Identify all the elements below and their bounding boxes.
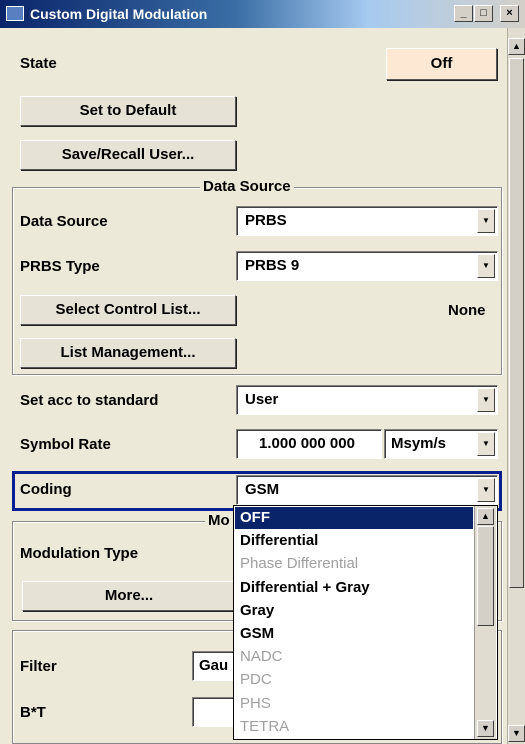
chevron-down-icon[interactable]: ▼ — [477, 209, 495, 233]
dropdown-scrollbar[interactable]: ▲ ▼ — [474, 506, 496, 739]
filter-label: Filter — [20, 658, 57, 675]
arrow-glyph: ▼ — [482, 395, 490, 404]
symbol-rate-unit: Msym/s — [391, 435, 447, 452]
dropdown-option: NADC — [240, 648, 283, 666]
standard-select[interactable]: User ▼ — [236, 385, 498, 415]
maximize-icon: □ — [480, 7, 487, 19]
data-source-label: Data Source — [20, 213, 108, 230]
symbol-rate-unit-select[interactable]: Msym/s ▼ — [384, 429, 498, 459]
main-scrollbar[interactable]: ▲ ▼ — [507, 28, 525, 744]
save-recall-button[interactable]: Save/Recall User... — [20, 140, 236, 170]
arrow-glyph: ▼ — [482, 485, 490, 494]
dropdown-option[interactable]: Differential — [235, 530, 473, 552]
standard-label: Set acc to standard — [20, 392, 159, 409]
bt-label: B*T — [20, 704, 46, 721]
coding-label: Coding — [20, 481, 72, 498]
arrow-down-icon: ▼ — [481, 723, 490, 733]
dropdown-option: PDC — [240, 671, 272, 689]
prbs-type-value: PRBS 9 — [245, 257, 300, 274]
scroll-down-button[interactable]: ▼ — [508, 725, 525, 742]
dropdown-scroll-down[interactable]: ▼ — [477, 720, 494, 737]
select-control-list-button[interactable]: Select Control List... — [20, 295, 236, 325]
symbol-rate-value: 1.000 000 000 — [259, 435, 355, 452]
scroll-thumb[interactable] — [509, 58, 524, 588]
chevron-down-icon[interactable]: ▼ — [477, 388, 495, 412]
chevron-down-icon[interactable]: ▼ — [477, 432, 495, 456]
dropdown-option[interactable]: Gray — [235, 600, 473, 622]
set-default-button[interactable]: Set to Default — [20, 96, 236, 126]
dropdown-scroll-thumb[interactable] — [477, 526, 494, 626]
data-source-legend: Data Source — [200, 178, 294, 195]
maximize-button[interactable]: □ — [474, 5, 493, 22]
modulation-type-label: Modulation Type — [20, 545, 139, 562]
symbol-rate-label: Symbol Rate — [20, 436, 111, 453]
arrow-glyph: ▼ — [482, 216, 490, 225]
control-list-value: None — [448, 302, 486, 319]
dropdown-option[interactable]: GSM — [235, 623, 473, 645]
chevron-down-icon[interactable]: ▼ — [477, 254, 495, 278]
scroll-up-button[interactable]: ▲ — [508, 38, 525, 55]
arrow-up-icon: ▲ — [512, 41, 521, 51]
app-icon — [6, 6, 24, 21]
data-source-value: PRBS — [245, 212, 287, 229]
dropdown-scroll-up[interactable]: ▲ — [477, 508, 494, 525]
arrow-glyph: ▼ — [482, 439, 490, 448]
coding-value: GSM — [245, 481, 280, 498]
coding-dropdown-list[interactable]: OFF Differential Phase Differential Differe… — [233, 505, 498, 740]
dropdown-option: Phase Differential — [240, 555, 359, 573]
dropdown-option: TETRA — [240, 717, 290, 735]
coding-select[interactable]: GSM ▼ — [236, 475, 498, 505]
dropdown-option[interactable]: Differential + Gray — [235, 577, 473, 599]
close-icon: × — [506, 7, 513, 19]
data-source-select[interactable]: PRBS ▼ — [236, 206, 498, 236]
arrow-glyph: ▼ — [482, 261, 490, 270]
more-button[interactable]: More... — [22, 581, 236, 611]
standard-value: User — [245, 391, 279, 408]
title-bar[interactable]: Custom Digital Modulation _ □ × — [0, 0, 525, 28]
arrow-down-icon: ▼ — [512, 728, 521, 738]
chevron-down-icon[interactable]: ▼ — [477, 478, 495, 502]
modulation-legend: Mo — [205, 512, 233, 529]
list-management-button[interactable]: List Management... — [20, 338, 236, 368]
close-button[interactable]: × — [500, 5, 519, 22]
state-label: State — [20, 55, 57, 72]
filter-value: Gau — [199, 657, 229, 674]
dropdown-option[interactable]: OFF — [235, 507, 473, 529]
window-title: Custom Digital Modulation — [30, 6, 208, 22]
dropdown-option: PHS — [240, 694, 271, 712]
prbs-type-select[interactable]: PRBS 9 ▼ — [236, 251, 498, 281]
minimize-button[interactable]: _ — [454, 5, 473, 22]
minimize-icon: _ — [460, 7, 467, 19]
symbol-rate-input[interactable]: 1.000 000 000 — [236, 429, 382, 459]
arrow-up-icon: ▲ — [481, 511, 490, 521]
prbs-type-label: PRBS Type — [20, 258, 100, 275]
state-toggle-button[interactable]: Off — [386, 48, 497, 80]
